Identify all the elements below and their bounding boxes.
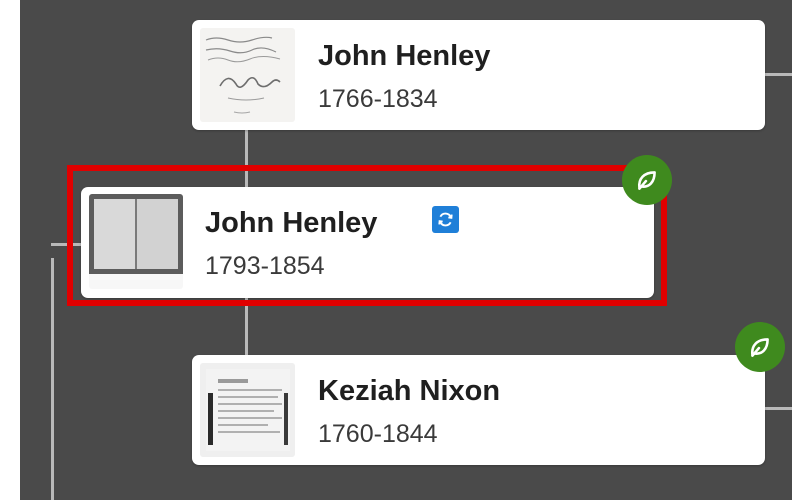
- selection-highlight: [67, 165, 667, 306]
- person-lifespan: 1766-1834: [318, 85, 438, 113]
- person-lifespan: 1760-1844: [318, 420, 438, 448]
- leaf-hint-icon[interactable]: [735, 322, 785, 372]
- person-card-mother[interactable]: Keziah Nixon 1760-1844: [192, 355, 765, 465]
- person-card-father[interactable]: John Henley 1766-1834: [192, 20, 765, 130]
- leaf-hint-icon[interactable]: [622, 155, 672, 205]
- handwritten-document-thumbnail[interactable]: [200, 28, 295, 122]
- person-name[interactable]: John Henley: [318, 40, 490, 73]
- document-record-thumbnail[interactable]: [200, 363, 295, 457]
- left-edge-panel: [0, 0, 20, 500]
- person-name[interactable]: Keziah Nixon: [318, 375, 500, 408]
- connector-left-vertical: [51, 258, 54, 500]
- connector-mother-right: [765, 407, 792, 410]
- connector-father-right: [765, 73, 792, 76]
- connector-focus-to-mother: [245, 298, 248, 356]
